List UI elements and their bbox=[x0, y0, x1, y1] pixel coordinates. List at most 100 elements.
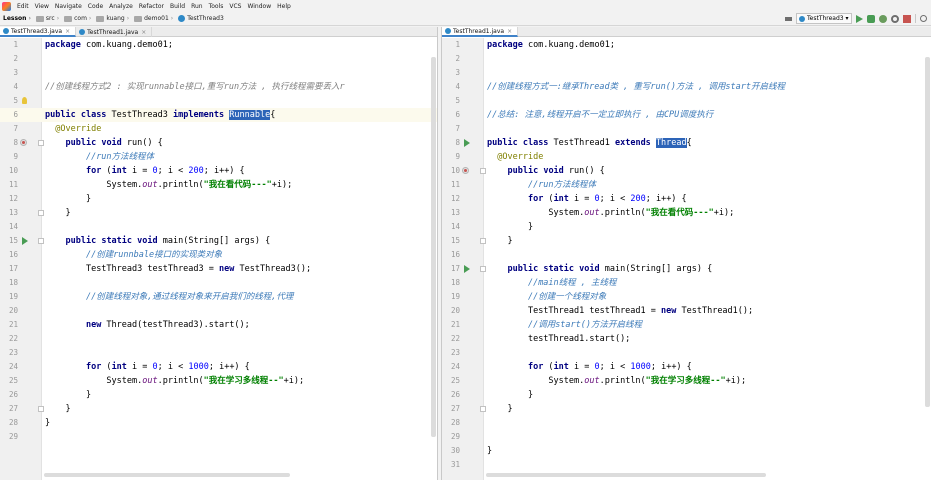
close-icon[interactable]: × bbox=[141, 29, 146, 36]
override-icon[interactable] bbox=[20, 139, 27, 146]
line-number: 13 bbox=[450, 208, 460, 217]
code-keyword: public bbox=[507, 166, 539, 176]
code-field: out bbox=[584, 376, 600, 386]
fold-icon[interactable] bbox=[38, 238, 44, 244]
menu-navigate[interactable]: Navigate bbox=[52, 3, 85, 10]
code-keyword: implements bbox=[167, 110, 225, 120]
breadcrumb-separator: › bbox=[88, 15, 92, 22]
breadcrumb-src[interactable]: src › bbox=[32, 15, 60, 22]
play-overlay-icon[interactable] bbox=[806, 368, 888, 446]
stop-icon[interactable] bbox=[903, 14, 911, 23]
debug-icon[interactable] bbox=[867, 14, 875, 23]
close-icon[interactable]: × bbox=[65, 28, 70, 35]
menu-edit[interactable]: Edit bbox=[14, 3, 32, 10]
code-text: } bbox=[65, 404, 71, 414]
breadcrumb-label: demo01 bbox=[144, 15, 169, 22]
bulb-icon[interactable] bbox=[22, 97, 27, 104]
breadcrumb-project[interactable]: Lesson › bbox=[2, 15, 32, 22]
code-line: 29 bbox=[0, 430, 437, 444]
menu-window[interactable]: Window bbox=[244, 3, 274, 10]
menu-view[interactable]: View bbox=[32, 3, 52, 10]
code-text: TestThread3 bbox=[106, 110, 168, 120]
line-number: 10 bbox=[450, 166, 460, 175]
vertical-scrollbar[interactable] bbox=[431, 57, 436, 437]
code-line: 18 //main线程 , 主线程 bbox=[442, 276, 931, 290]
code-keyword: int bbox=[111, 166, 127, 176]
code-comment: //创建线程对象,通过线程对象来开启我们的线程,代理 bbox=[85, 292, 294, 302]
line-number: 18 bbox=[450, 278, 460, 287]
fold-icon[interactable] bbox=[38, 406, 44, 412]
fold-icon[interactable] bbox=[38, 210, 44, 216]
build-icon[interactable] bbox=[785, 16, 792, 21]
vertical-scrollbar[interactable] bbox=[925, 57, 930, 407]
code-keyword: int bbox=[553, 362, 569, 372]
tab-testthread1[interactable]: TestThread1.java × bbox=[76, 27, 153, 37]
breadcrumb-label: com bbox=[74, 15, 87, 22]
code-comment: //main线程 , 主线程 bbox=[527, 278, 617, 288]
horizontal-scrollbar[interactable] bbox=[486, 473, 766, 477]
breadcrumb-com[interactable]: com › bbox=[60, 15, 92, 22]
tab-label: TestThread1.java bbox=[87, 28, 139, 36]
code-line: 1 package com.kuang.demo01; bbox=[0, 38, 437, 52]
menu-refactor[interactable]: Refactor bbox=[136, 3, 167, 10]
code-line: 15 public static void main(String[] args… bbox=[0, 234, 437, 248]
breadcrumb-kuang[interactable]: kuang › bbox=[92, 15, 130, 22]
code-line: 21 //调用start()方法开启线程 bbox=[442, 318, 931, 332]
menu-run[interactable]: Run bbox=[188, 3, 206, 10]
menu-vcs[interactable]: VCS bbox=[226, 3, 244, 10]
profile-icon[interactable] bbox=[891, 14, 899, 23]
tab-testthread1[interactable]: TestThread1.java × bbox=[442, 27, 519, 37]
line-number: 6 bbox=[13, 110, 18, 119]
left-code-editor[interactable]: 1 package com.kuang.demo01; 2 3 4 //创建线程方式… bbox=[0, 38, 437, 480]
breadcrumb-class[interactable]: TestThread3 bbox=[174, 15, 225, 22]
code-line: 27 } bbox=[0, 402, 437, 416]
run-configuration-select[interactable]: TestThread3 ▾ bbox=[796, 13, 852, 24]
code-text: +i); bbox=[713, 208, 735, 218]
line-number: 31 bbox=[450, 460, 460, 469]
code-text: } bbox=[527, 222, 534, 232]
fold-icon[interactable] bbox=[480, 266, 486, 272]
run-icon[interactable] bbox=[856, 14, 863, 23]
code-keyword: void bbox=[538, 166, 564, 176]
line-number: 1 bbox=[455, 40, 460, 49]
tab-testthread3[interactable]: TestThread3.java × bbox=[0, 27, 77, 37]
code-line: 8 public void run() { bbox=[0, 136, 437, 150]
menu-code[interactable]: Code bbox=[85, 3, 106, 10]
code-text: ; i < bbox=[599, 362, 631, 372]
code-comment: //创建一个线程对象 bbox=[527, 292, 607, 302]
menu-help[interactable]: Help bbox=[274, 3, 294, 10]
code-keyword: package bbox=[45, 40, 81, 50]
run-icon[interactable] bbox=[464, 265, 470, 273]
menu-analyze[interactable]: Analyze bbox=[106, 3, 136, 10]
line-number: 9 bbox=[13, 152, 18, 161]
code-comment: //run方法线程体 bbox=[85, 152, 155, 162]
line-number: 2 bbox=[13, 54, 18, 63]
line-number: 20 bbox=[8, 306, 18, 315]
fold-icon[interactable] bbox=[480, 168, 486, 174]
code-string: "我在学习多线程--" bbox=[645, 376, 726, 386]
line-number: 6 bbox=[455, 110, 460, 119]
run-icon[interactable] bbox=[22, 237, 28, 245]
horizontal-scrollbar[interactable] bbox=[44, 473, 290, 477]
fold-icon[interactable] bbox=[38, 140, 44, 146]
menu-tools[interactable]: Tools bbox=[206, 3, 227, 10]
line-number: 16 bbox=[450, 250, 460, 259]
class-icon bbox=[178, 15, 186, 22]
override-icon[interactable] bbox=[462, 167, 469, 174]
fold-icon[interactable] bbox=[480, 406, 486, 412]
close-icon[interactable]: × bbox=[507, 28, 512, 35]
breadcrumb-demo01[interactable]: demo01 › bbox=[130, 15, 174, 22]
code-line: 18 bbox=[0, 276, 437, 290]
code-keyword: public bbox=[507, 264, 539, 274]
code-line: 28} bbox=[0, 416, 437, 430]
code-text: System. bbox=[548, 376, 585, 386]
search-icon[interactable] bbox=[920, 15, 927, 22]
menu-build[interactable]: Build bbox=[167, 3, 188, 10]
code-text: .println( bbox=[599, 208, 646, 218]
run-icon[interactable] bbox=[464, 139, 470, 147]
code-text: com.kuang.demo01; bbox=[80, 40, 173, 50]
code-text: run() { bbox=[121, 138, 163, 148]
fold-icon[interactable] bbox=[480, 238, 486, 244]
line-number: 21 bbox=[450, 320, 460, 329]
coverage-icon[interactable] bbox=[879, 14, 887, 23]
